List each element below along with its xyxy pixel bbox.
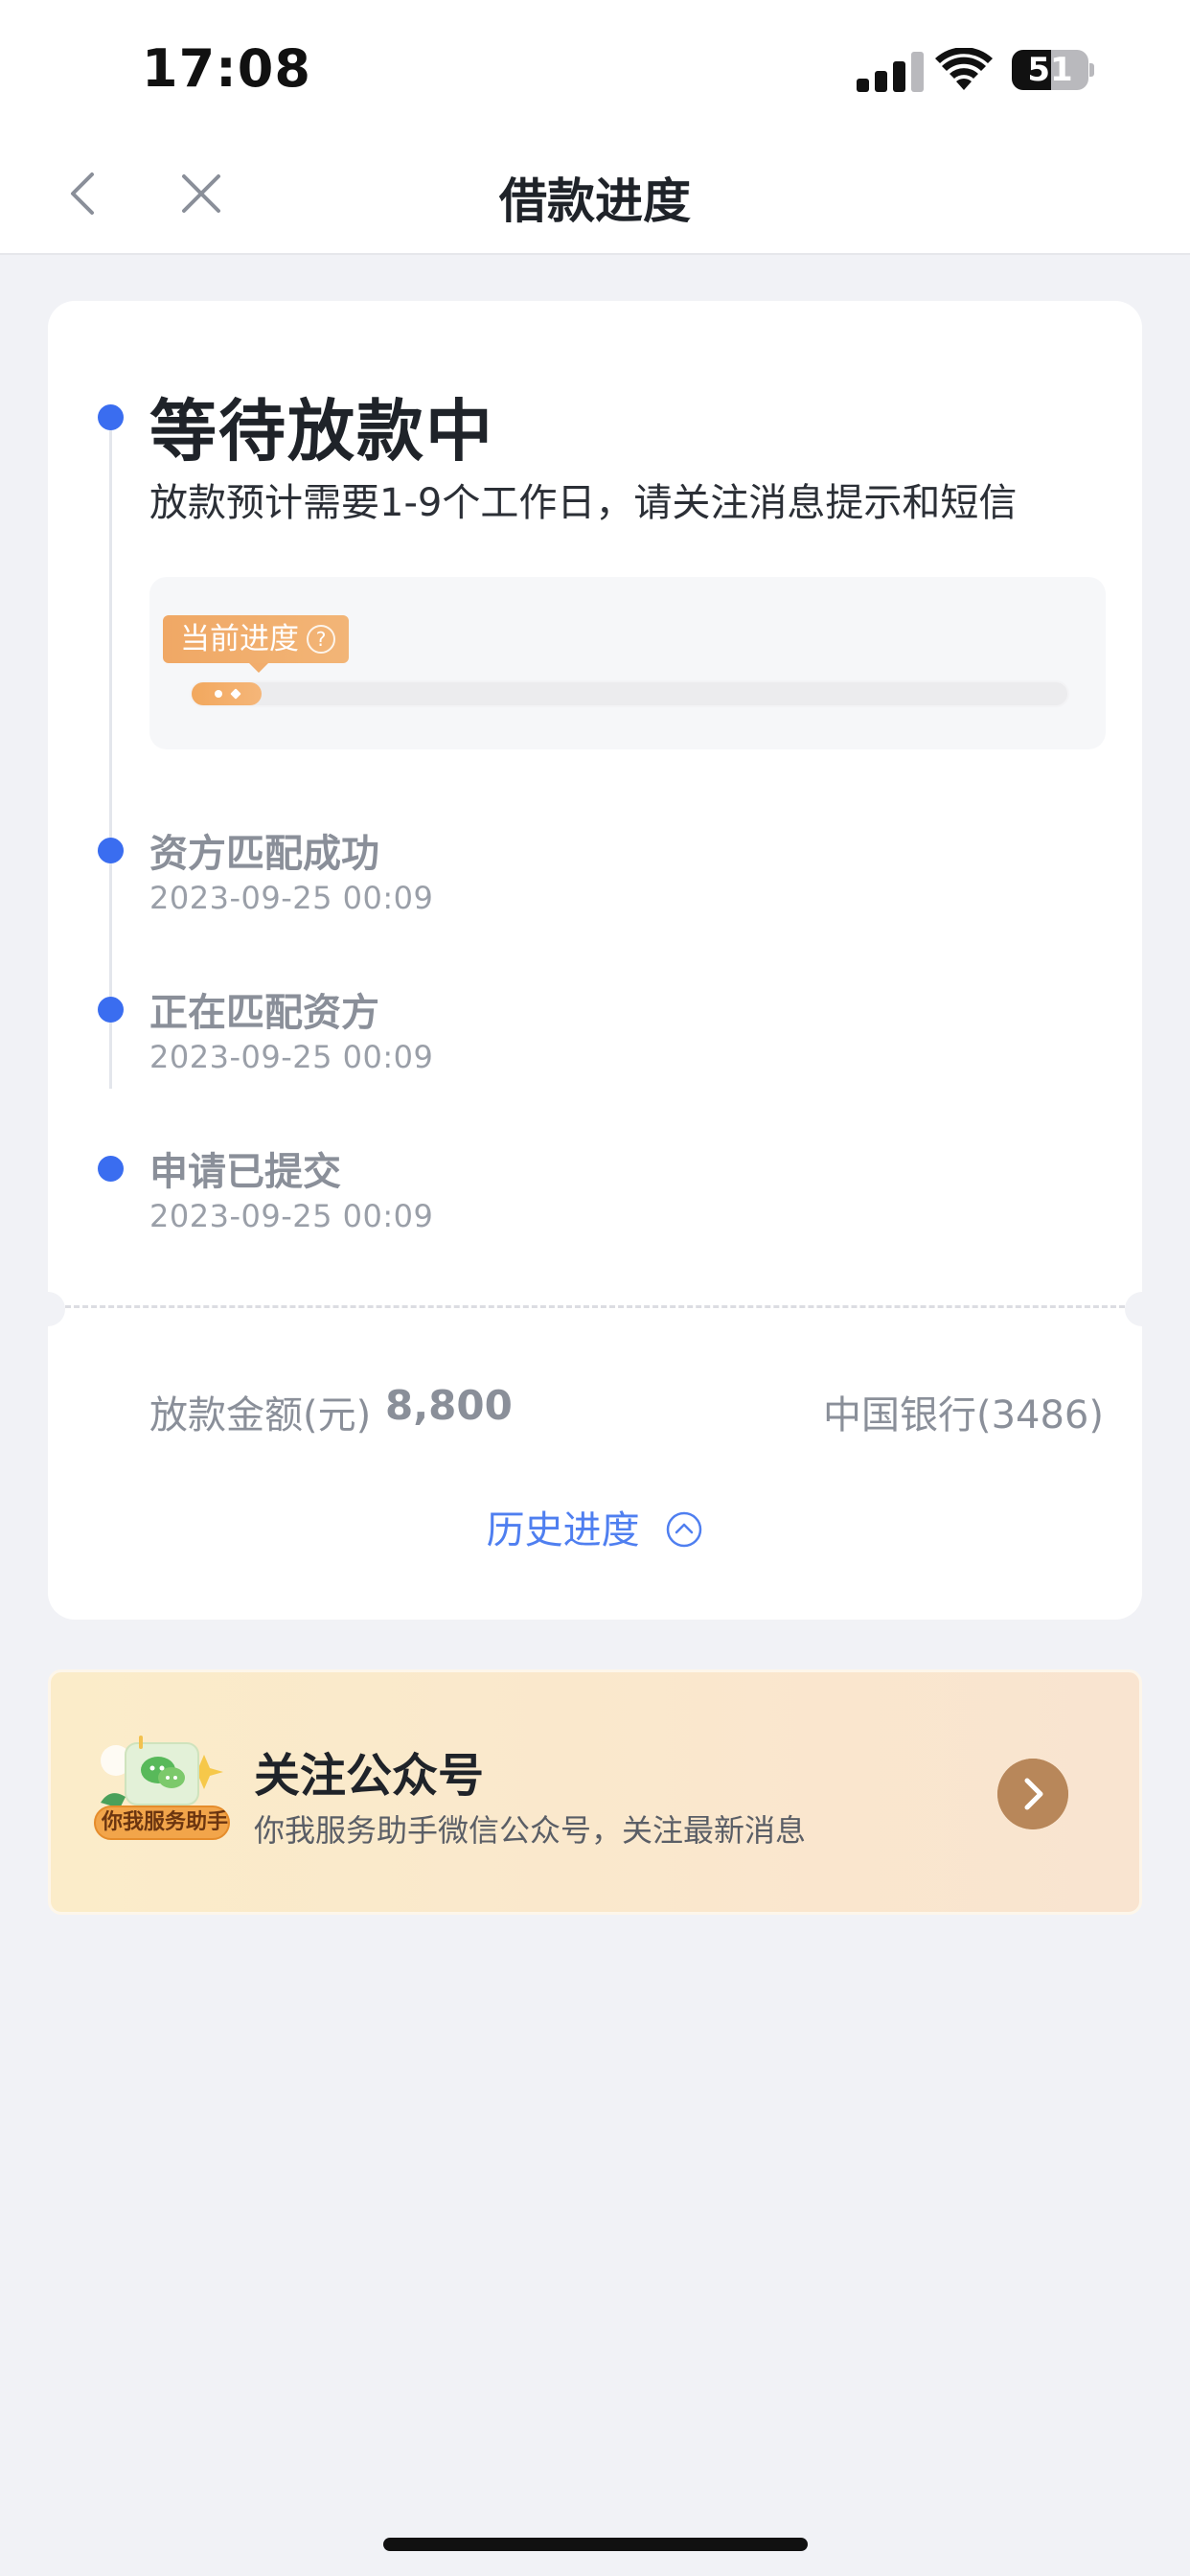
- current-progress-label: 当前进度: [180, 622, 299, 656]
- follow-official-account-card[interactable]: 你我服务助手 关注公众号 你我服务助手微信公众号，关注最新消息: [48, 1669, 1142, 1915]
- progress-box: 当前进度 ?: [149, 577, 1106, 749]
- follow-title: 关注公众号: [254, 1749, 485, 1803]
- amount-label: 放款金额(元): [149, 1393, 372, 1438]
- amount-value: 8,800: [385, 1382, 513, 1429]
- timeline-line: [109, 418, 112, 1089]
- step-time: 2023-09-25 00:09: [149, 880, 434, 916]
- battery-percent: 51: [1027, 51, 1073, 89]
- timeline-dot: [98, 997, 124, 1023]
- status-bar: 17:08 51: [0, 0, 1190, 134]
- timeline-dot: [98, 838, 124, 863]
- bank-account: 中国银行(3486): [822, 1393, 1104, 1438]
- timeline-dot: [98, 1156, 124, 1182]
- progress-bar: [190, 680, 1069, 707]
- progress-bar-fill: [192, 682, 263, 705]
- chevron-up-circle-icon: [667, 1511, 702, 1548]
- loan-progress-card: 等待放款中 放款预计需要1-9个工作日，请关注消息提示和短信 当前进度 ? 资方…: [31, 301, 1159, 1620]
- page: 17:08 51 借款进度 等待放款中 放款预计需要1-9个工作日，请关注消息提…: [0, 0, 1190, 2576]
- current-step-description: 放款预计需要1-9个工作日，请关注消息提示和短信: [149, 481, 1018, 525]
- home-indicator[interactable]: [383, 2538, 808, 2551]
- chevron-right-icon[interactable]: [997, 1759, 1068, 1829]
- step-time: 2023-09-25 00:09: [149, 1198, 434, 1234]
- current-step-title: 等待放款中: [149, 392, 494, 471]
- card-notch-left: [31, 1292, 65, 1326]
- dashed-divider: [48, 1305, 1142, 1308]
- timeline-dot-current: [98, 404, 124, 430]
- step-title: 申请已提交: [149, 1150, 341, 1194]
- battery-icon: 51: [1012, 50, 1094, 90]
- question-circle-icon[interactable]: ?: [307, 625, 335, 654]
- card-notch-right: [1125, 1292, 1159, 1326]
- current-progress-tag[interactable]: 当前进度 ?: [163, 615, 349, 673]
- history-progress-toggle[interactable]: 历史进度: [48, 1499, 1142, 1554]
- step-title: 资方匹配成功: [149, 832, 379, 876]
- step-time: 2023-09-25 00:09: [149, 1039, 434, 1075]
- wifi-icon: [935, 48, 993, 90]
- step-title: 正在匹配资方: [149, 991, 379, 1035]
- history-progress-label: 历史进度: [486, 1508, 640, 1552]
- status-time: 17:08: [142, 38, 311, 99]
- cellular-signal-icon: [857, 50, 924, 92]
- nav-bar: 借款进度: [0, 134, 1190, 255]
- page-title: 借款进度: [499, 173, 691, 229]
- assistant-badge-label: 你我服务助手: [101, 1810, 228, 1834]
- follow-description: 你我服务助手微信公众号，关注最新消息: [254, 1812, 807, 1849]
